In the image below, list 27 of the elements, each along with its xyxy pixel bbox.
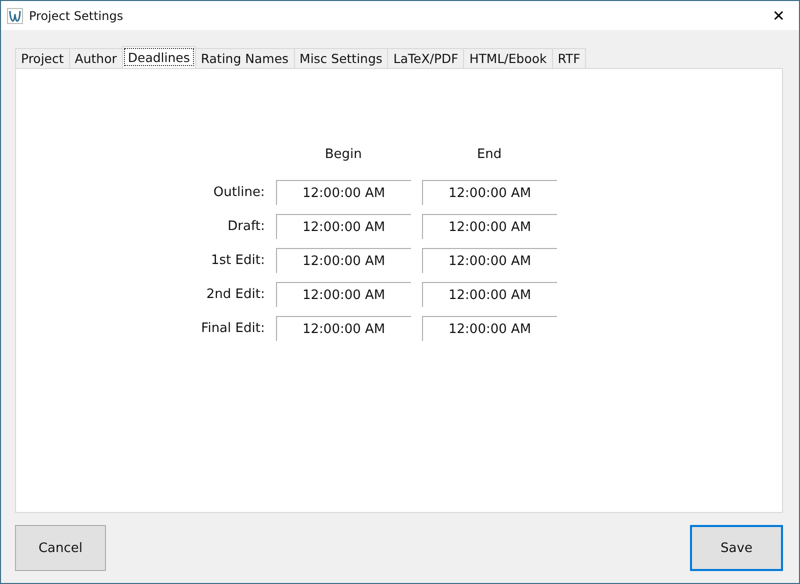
row-label: 1st Edit: (210, 253, 265, 268)
time-field[interactable]: 12:00:00 AM (276, 180, 411, 205)
tab[interactable]: Deadlines (122, 46, 196, 68)
time-field[interactable]: 12:00:00 AM (276, 214, 411, 239)
column-header: End (476, 147, 503, 164)
tab[interactable]: RTF (552, 48, 586, 68)
column-header: Begin (324, 147, 363, 164)
tab[interactable]: Rating Names (194, 48, 295, 68)
tab[interactable]: Project (15, 48, 70, 68)
window-title: Project Settings (29, 8, 124, 22)
time-field[interactable]: 12:00:00 AM (276, 282, 411, 307)
row-label: 2nd Edit: (205, 287, 265, 302)
close-button[interactable]: ✕ (766, 6, 791, 24)
row-label: Draft: (226, 219, 265, 234)
app-logo-icon (7, 8, 23, 24)
time-field[interactable]: 12:00:00 AM (422, 248, 557, 273)
save-button[interactable]: Save (690, 525, 783, 571)
time-field[interactable]: 12:00:00 AM (276, 248, 411, 273)
time-field[interactable]: 12:00:00 AM (422, 180, 557, 205)
time-field[interactable]: 12:00:00 AM (422, 214, 557, 239)
cancel-button[interactable]: Cancel (15, 525, 106, 571)
time-field[interactable]: 12:00:00 AM (276, 316, 411, 341)
row-label: Final Edit: (201, 321, 265, 336)
tab[interactable]: Misc Settings (294, 48, 388, 68)
time-field[interactable]: 12:00:00 AM (422, 282, 557, 307)
time-field[interactable]: 12:00:00 AM (422, 316, 557, 341)
row-label: Outline: (212, 185, 265, 200)
